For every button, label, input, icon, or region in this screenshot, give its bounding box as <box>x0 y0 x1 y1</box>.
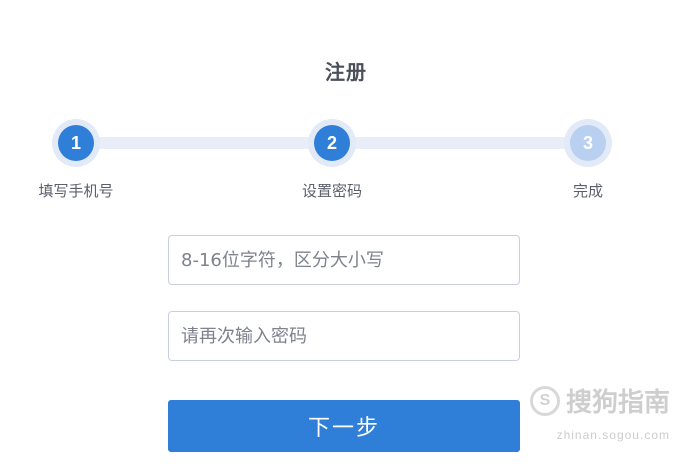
password-input[interactable] <box>168 235 520 285</box>
watermark-url: zhinan.sogou.com <box>556 428 670 442</box>
step-number-1: 1 <box>58 125 94 161</box>
step-label-1: 填写手机号 <box>38 182 114 200</box>
step-indicator-1: 1 <box>52 119 100 167</box>
step-label-2: 设置密码 <box>301 182 362 200</box>
watermark: S 搜狗指南 <box>529 382 670 419</box>
watermark-text: 搜狗指南 <box>565 388 670 418</box>
step-number-2: 2 <box>314 125 350 161</box>
register-page: 注册 1 2 3 填写手机号 设置密码 完成 下一步 S 搜狗指南 zhinan… <box>0 0 692 470</box>
step-label-3: 完成 <box>572 182 603 200</box>
page-title: 注册 <box>325 60 367 84</box>
confirm-password-input[interactable] <box>168 311 520 361</box>
sogou-logo-icon: S <box>529 385 560 416</box>
step-number-3: 3 <box>570 125 606 161</box>
step-indicator-2: 2 <box>308 119 356 167</box>
step-indicator-3: 3 <box>564 119 612 167</box>
next-step-button[interactable]: 下一步 <box>168 400 520 452</box>
